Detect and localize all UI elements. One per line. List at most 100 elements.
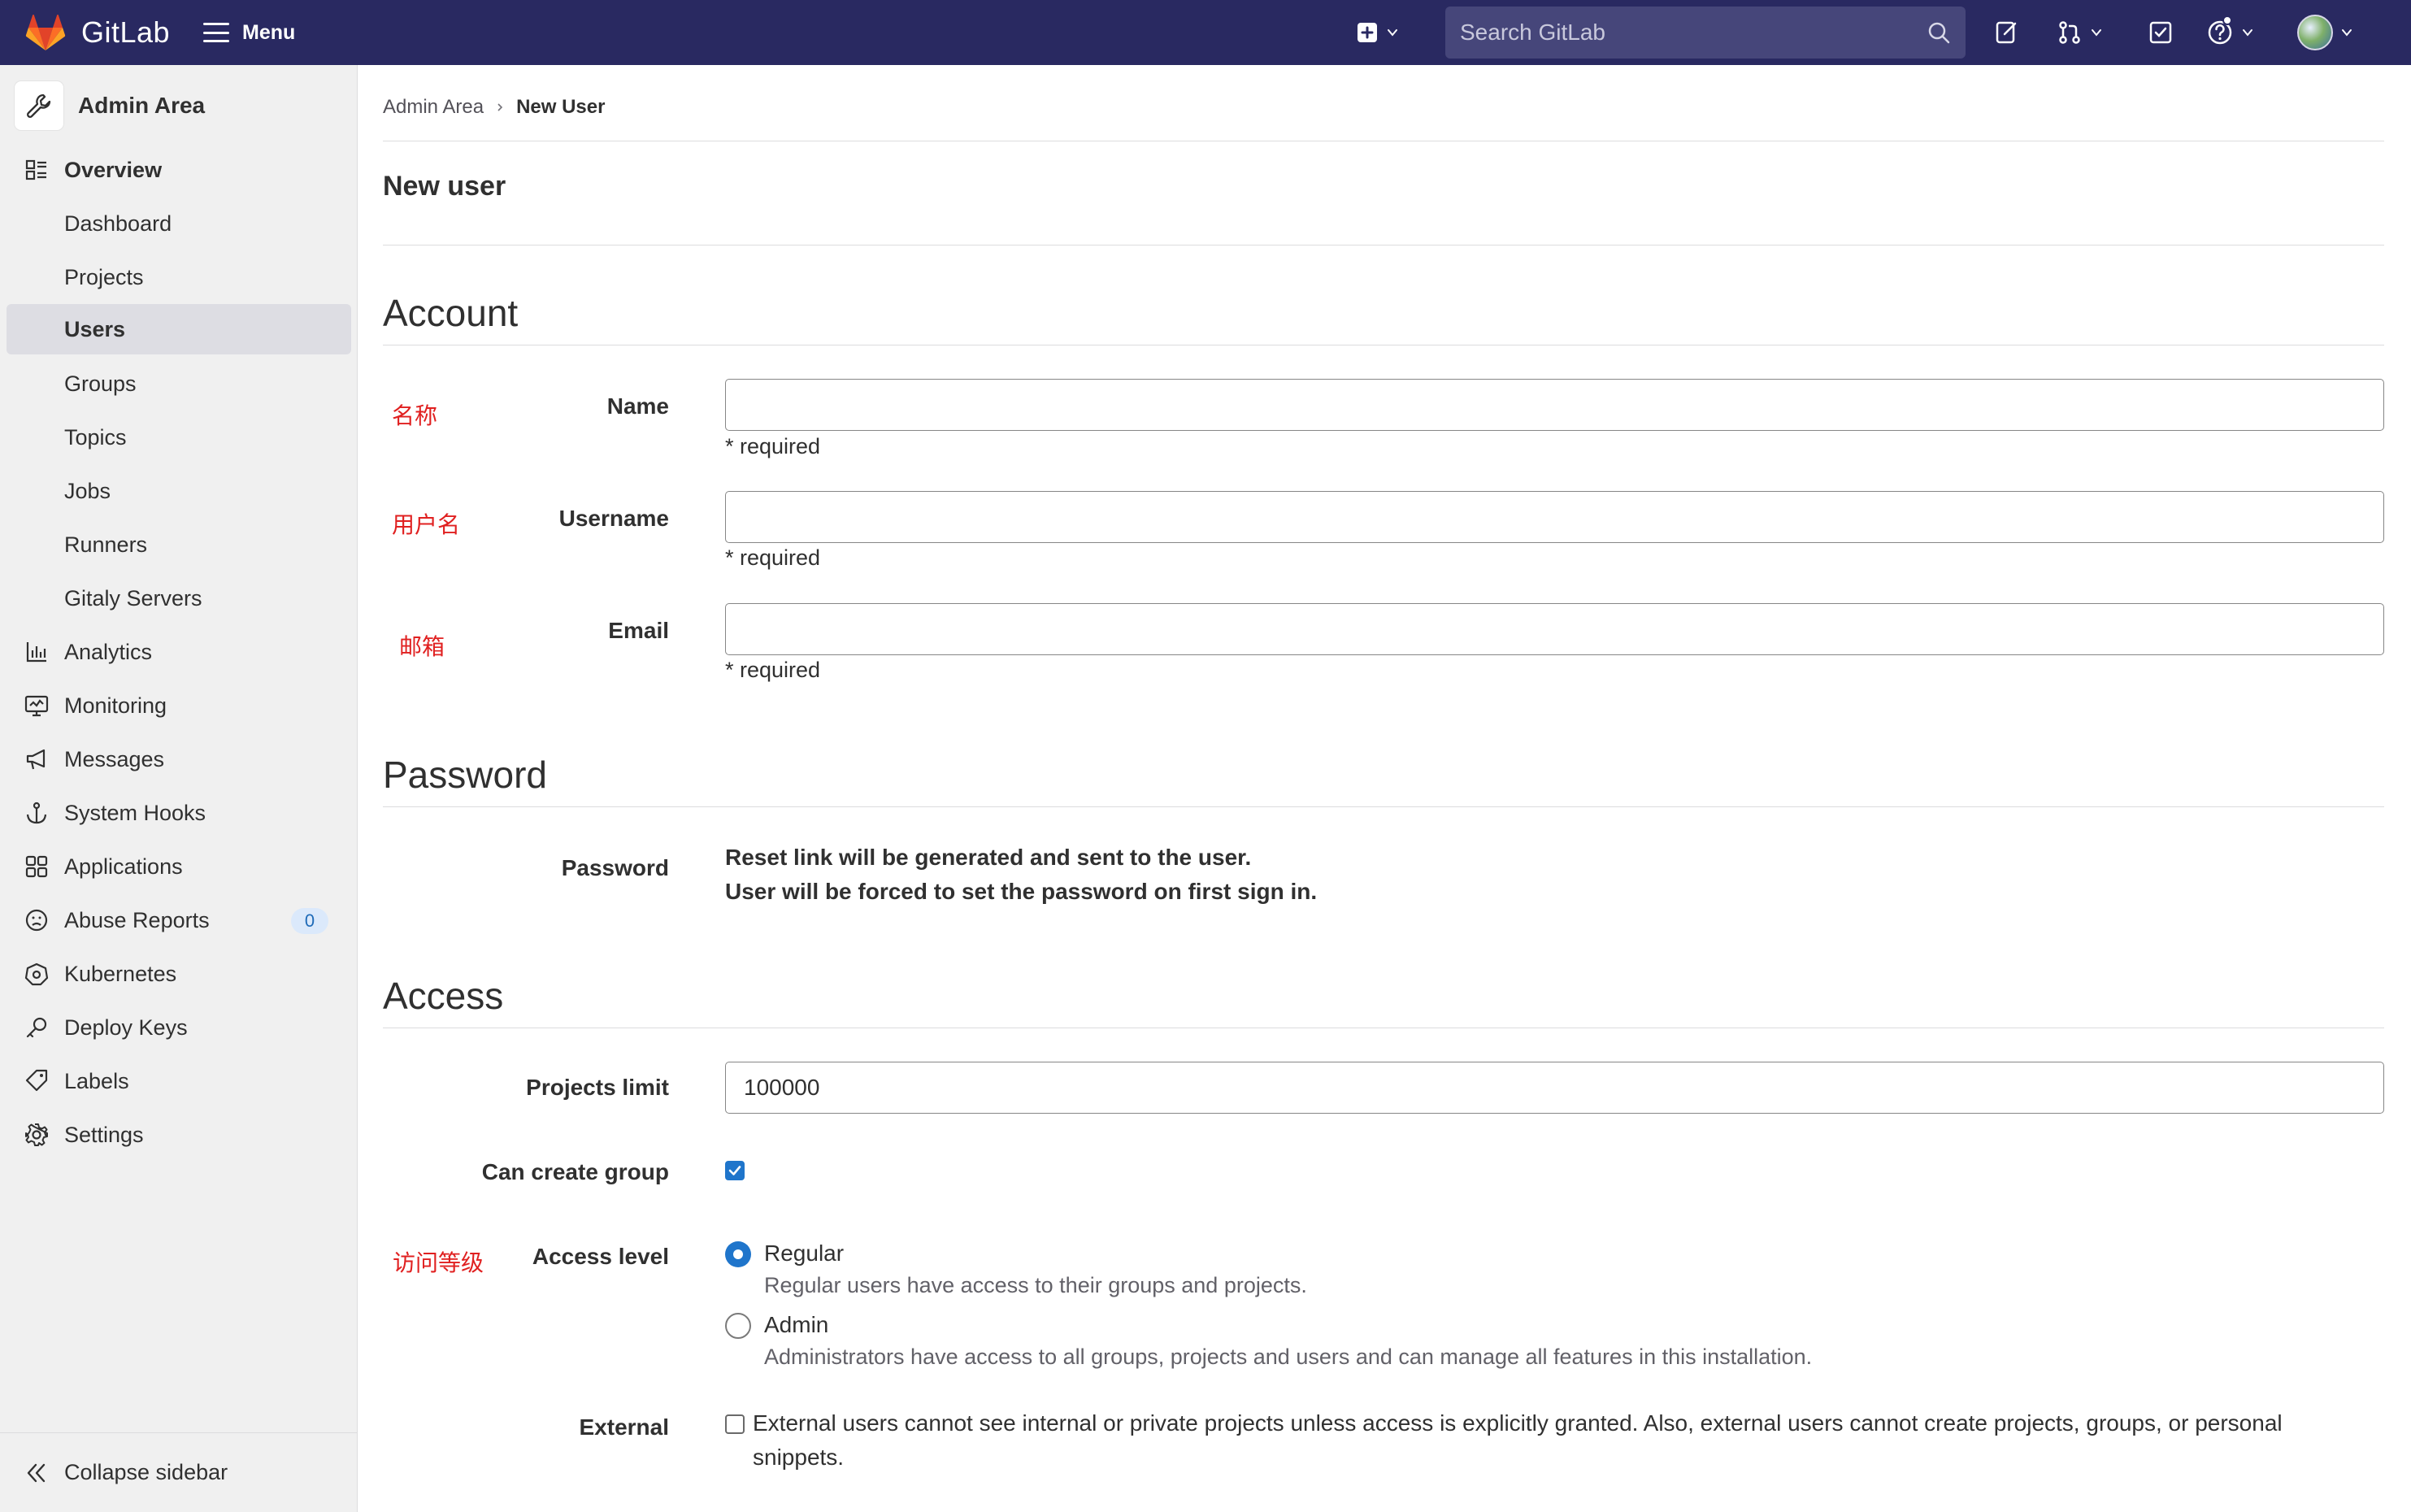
sidebar-item-projects[interactable]: Projects [7,252,351,302]
todos-button[interactable] [2148,16,2174,49]
label-icon [25,1069,48,1092]
chevron-down-icon [2342,29,2352,37]
password-label: Password [561,855,669,880]
sidebar-item-label: Deploy Keys [64,1015,188,1040]
username-required-hint: * required [725,545,821,570]
annotation-name: 名称 [392,403,438,428]
projects-limit-label: Projects limit [526,1075,669,1100]
annotation-access-level: 访问等级 [393,1250,484,1275]
projects-limit-input[interactable] [725,1062,2384,1114]
analytics-icon [26,642,46,663]
sidebar-title: Admin Area [78,93,206,118]
search-icon [1928,22,1950,44]
sidebar-item-label: Users [64,316,126,341]
sidebar-item-gitaly-servers[interactable]: Gitaly Servers [7,573,351,623]
sidebar-item-overview[interactable]: Overview [7,145,351,195]
name-input[interactable] [725,379,2384,431]
top-navbar: GitLab Menu [0,0,2411,65]
username-input[interactable] [725,491,2384,543]
sidebar-item-messages[interactable]: Messages [7,734,351,784]
applications-icon [25,855,48,878]
sidebar-item-jobs[interactable]: Jobs [7,466,351,516]
sidebar-item-analytics[interactable]: Analytics [7,627,351,677]
sidebar-item-label: Messages [64,746,165,771]
sidebar-item-abuse-reports[interactable]: Abuse Reports 0 [7,895,351,945]
settings-icon [25,1123,48,1146]
breadcrumb-current: New User [516,96,606,118]
brand[interactable]: GitLab [24,11,170,54]
admin-option-help: Administrators have access to all groups… [764,1345,1813,1369]
section-title-account: Account [383,292,519,334]
sidebar-item-deploy-keys[interactable]: Deploy Keys [7,1002,351,1053]
sidebar-item-groups[interactable]: Groups [7,358,351,409]
access-level-regular-radio[interactable] [725,1241,751,1267]
access-level-admin-radio[interactable] [725,1313,751,1339]
main-content: Admin Area New User New user Account 名称 … [383,65,2384,1512]
sidebar-item-runners[interactable]: Runners [7,519,351,570]
sidebar-header[interactable]: Admin Area [15,81,205,130]
check-icon [728,1166,741,1175]
sidebar-item-monitoring[interactable]: Monitoring [7,680,351,731]
sidebar-item-label: Jobs [64,478,111,503]
sidebar-item-label: Projects [64,264,144,289]
breadcrumb: Admin Area New User [383,91,605,124]
sidebar-item-labels[interactable]: Labels [7,1056,351,1106]
sidebar-item-label: Dashboard [64,211,172,236]
menu-label: Menu [242,20,296,44]
help-button[interactable] [2206,15,2253,49]
sidebar-item-label: Kubernetes [64,961,177,986]
overview-icon [25,159,46,180]
email-input[interactable] [725,603,2384,655]
regular-option-help: Regular users have access to their group… [764,1273,1307,1297]
external-checkbox[interactable] [725,1414,745,1434]
access-level-label: Access level [532,1244,669,1269]
name-label: Name [606,393,669,419]
annotation-username: 用户名 [392,512,461,537]
sidebar-item-topics[interactable]: Topics [7,412,351,463]
double-chevron-left-icon [27,1463,46,1483]
key-icon [26,1017,47,1038]
sidebar: Admin Area Overview Dashboard Projects U… [0,65,358,1512]
abuse-icon [25,909,48,932]
issues-button[interactable] [1993,16,2019,49]
sidebar-item-label: Overview [64,157,163,182]
kubernetes-icon [24,962,49,986]
brand-name: GitLab [81,15,171,49]
sidebar-item-kubernetes[interactable]: Kubernetes [7,949,351,999]
sidebar-item-label: Applications [64,854,183,879]
search-input[interactable] [1460,20,1927,46]
sidebar-item-dashboard[interactable]: Dashboard [7,198,351,249]
issues-icon [1996,21,2017,44]
breadcrumb-admin-area[interactable]: Admin Area [383,96,484,119]
search-box[interactable] [1445,7,1966,59]
external-label: External [579,1414,670,1440]
notification-dot [2222,15,2232,25]
sidebar-item-applications[interactable]: Applications [7,841,351,892]
count-badge: 0 [291,908,328,934]
merge-requests-button[interactable] [2057,16,2102,49]
menu-button[interactable]: Menu [203,16,295,49]
sidebar-item-label: Groups [64,371,137,396]
regular-option-label[interactable]: Regular [764,1240,844,1267]
anchor-icon [26,802,47,824]
annotation-email: 邮箱 [399,634,445,659]
email-required-hint: * required [725,658,821,682]
todo-check-icon [2149,21,2172,44]
admin-option-label[interactable]: Admin [764,1312,828,1338]
merge-request-icon [2059,21,2080,44]
can-create-group-checkbox[interactable] [725,1161,745,1180]
user-menu-button[interactable] [2297,15,2352,50]
chevron-down-icon [2243,29,2252,37]
sidebar-item-users[interactable]: Users [7,304,351,354]
chevron-down-icon [2092,29,2101,37]
section-title-password: Password [383,754,547,796]
sidebar-item-settings[interactable]: Settings [7,1110,351,1160]
sidebar-item-label: Gitaly Servers [64,585,202,610]
can-create-group-label: Can create group [481,1159,669,1184]
new-dropdown-button[interactable] [1356,16,1398,49]
sidebar-item-label: Topics [64,424,127,450]
chevron-right-icon [497,103,503,111]
hamburger-icon [203,23,229,42]
collapse-sidebar-button[interactable]: Collapse sidebar [0,1432,358,1512]
sidebar-item-system-hooks[interactable]: System Hooks [7,788,351,838]
